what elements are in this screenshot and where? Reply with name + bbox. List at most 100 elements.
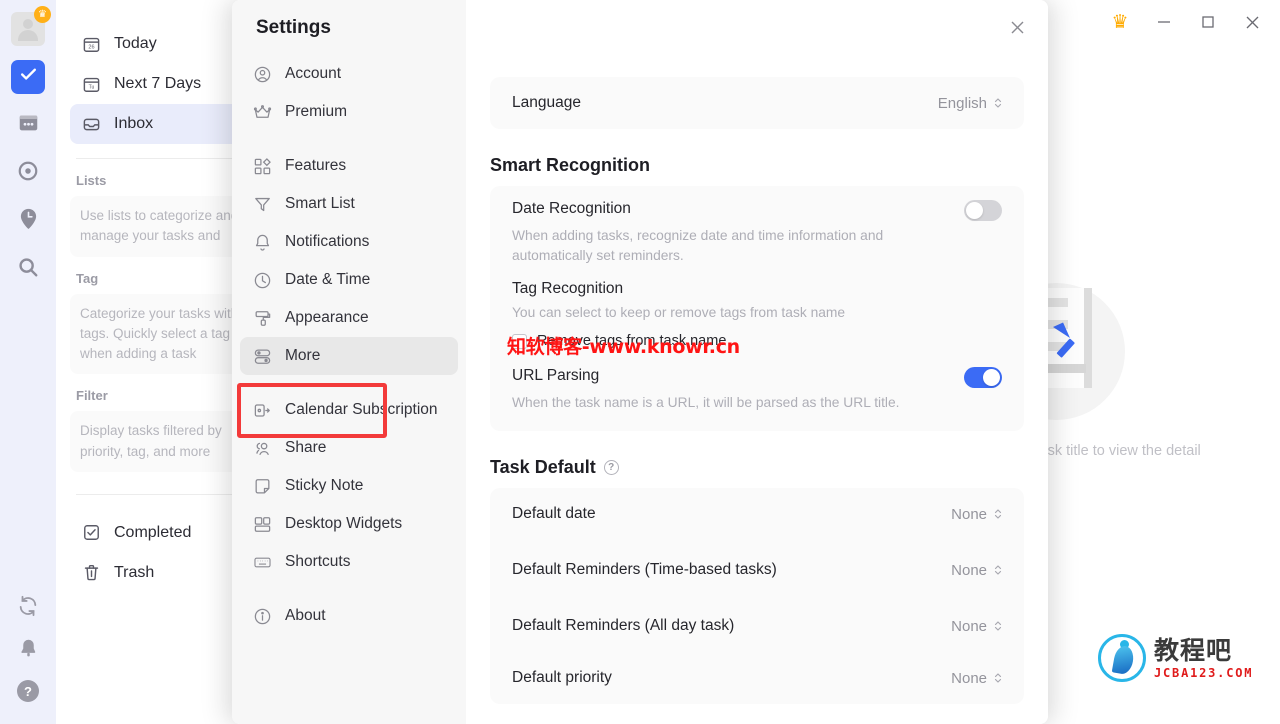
settings-nav-label: Account: [285, 65, 342, 82]
table-row[interactable]: Default Reminders (All day task) None: [490, 600, 1024, 652]
calendar-26-icon: 26: [82, 35, 101, 54]
url-parsing-toggle[interactable]: [964, 367, 1002, 388]
sidebar-label-completed: Completed: [114, 523, 192, 541]
minimize-button[interactable]: [1142, 3, 1186, 41]
settings-dialog: Settings Account Premium Features Smart …: [232, 0, 1048, 724]
table-row[interactable]: Default priority None: [490, 652, 1024, 704]
language-value-text: English: [937, 94, 987, 112]
language-value[interactable]: English: [938, 95, 1002, 112]
settings-nav-label: Sticky Note: [285, 477, 364, 494]
calendar-arrow-icon: [253, 401, 272, 420]
trash-icon: [82, 563, 101, 582]
sync-icon[interactable]: [17, 595, 39, 622]
avatar-person-icon: [17, 18, 39, 41]
language-label: Language: [512, 94, 581, 111]
crown-icon: [253, 103, 272, 122]
sidebar-label-trash: Trash: [114, 563, 155, 581]
remove-tags-checkbox-row[interactable]: Remove tags from task name: [512, 333, 1002, 353]
grid-icon: [253, 157, 272, 176]
info-icon: [253, 607, 272, 626]
settings-nav-calendar-subscription[interactable]: Calendar Subscription: [240, 391, 458, 429]
url-parsing-block: URL Parsing When the task name is a URL,…: [490, 353, 1024, 413]
settings-nav-share[interactable]: Share: [240, 429, 458, 467]
premium-crown-icon[interactable]: ♛: [1098, 3, 1142, 41]
sidebar-label-today: Today: [114, 35, 157, 52]
rail-item-calendar[interactable]: [11, 108, 45, 142]
task-default-heading-text: Task Default: [490, 457, 596, 477]
rail-item-pomodoro[interactable]: [11, 204, 45, 238]
settings-nav-label: Features: [285, 157, 347, 174]
bell-icon[interactable]: [18, 638, 39, 664]
target-icon: [17, 160, 39, 187]
sidebar-label-next7days: Next 7 Days: [114, 75, 202, 92]
help-icon[interactable]: ?: [17, 680, 39, 702]
settings-nav-about[interactable]: About: [240, 597, 458, 635]
default-priority-value-text: None: [951, 669, 987, 687]
settings-nav-date-time[interactable]: Date & Time: [240, 261, 458, 299]
settings-nav-label: Share: [285, 439, 327, 456]
widgets-icon: [253, 515, 272, 534]
default-reminders-time-label: Default Reminders (Time-based tasks): [512, 560, 777, 578]
settings-close-button[interactable]: [1004, 14, 1030, 40]
language-row[interactable]: Language English: [490, 77, 1024, 129]
task-default-card: Default date None Default Reminders (Tim…: [490, 488, 1024, 704]
default-date-value[interactable]: None: [951, 506, 1002, 523]
settings-content: Language English Smart Recognition Date …: [466, 0, 1048, 724]
settings-nav-shortcuts[interactable]: Shortcuts: [240, 543, 458, 581]
question-icon[interactable]: ?: [603, 460, 619, 475]
tag-recognition-desc: You can select to keep or remove tags fr…: [512, 305, 846, 320]
rail-item-focus[interactable]: [11, 156, 45, 190]
rail-item-tasks[interactable]: [11, 60, 45, 94]
smart-recognition-heading-text: Smart Recognition: [490, 155, 651, 175]
checkbox-check-icon: [82, 523, 101, 542]
language-card: Language English: [490, 77, 1024, 129]
settings-nav-sticky-note[interactable]: Sticky Note: [240, 467, 458, 505]
settings-nav-smart-list[interactable]: Smart List: [240, 185, 458, 223]
funnel-icon: [253, 195, 272, 214]
default-reminders-allday-value[interactable]: None: [951, 618, 1002, 635]
table-row[interactable]: Default date None: [490, 488, 1024, 540]
remove-tags-label: Remove tags from task name: [537, 333, 727, 349]
date-recognition-title: Date Recognition: [512, 200, 631, 217]
default-date-value-text: None: [951, 505, 987, 523]
search-icon: [17, 256, 39, 283]
user-circle-icon: [253, 65, 272, 84]
calendar-tu-icon: Tu: [82, 75, 101, 94]
close-button[interactable]: [1230, 3, 1274, 41]
default-date-label: Default date: [512, 505, 596, 522]
stepper-icon: [994, 508, 1002, 520]
settings-nav-account[interactable]: Account: [240, 55, 458, 93]
check-icon: [19, 65, 38, 89]
date-recognition-toggle[interactable]: [964, 200, 1002, 221]
maximize-button[interactable]: [1186, 3, 1230, 41]
settings-nav-label: Calendar Subscription: [285, 401, 438, 418]
svg-text:26: 26: [88, 44, 94, 50]
sidebar-label-inbox: Inbox: [114, 115, 154, 132]
settings-nav-notifications[interactable]: Notifications: [240, 223, 458, 261]
settings-nav-features[interactable]: Features: [240, 147, 458, 185]
sliders-icon: [253, 347, 272, 366]
default-reminders-time-value[interactable]: None: [951, 562, 1002, 579]
inbox-icon: [82, 115, 101, 134]
table-row[interactable]: Default Reminders (Time-based tasks) Non…: [490, 540, 1024, 600]
stepper-icon: [994, 564, 1002, 576]
default-reminders-allday-label: Default Reminders (All day task): [512, 617, 735, 634]
settings-nav-label: About: [285, 607, 326, 624]
settings-nav-label: More: [285, 347, 321, 364]
settings-nav-label: Smart List: [285, 195, 355, 212]
settings-nav-desktop-widgets[interactable]: Desktop Widgets: [240, 505, 458, 543]
window-controls: ♛: [1098, 0, 1280, 44]
avatar[interactable]: ♛: [11, 6, 51, 46]
settings-nav-label: Desktop Widgets: [285, 515, 403, 532]
settings-nav-more[interactable]: More: [240, 337, 458, 375]
settings-nav-appearance[interactable]: Appearance: [240, 299, 458, 337]
tag-recognition-block: Tag Recognition You can select to keep o…: [490, 266, 1024, 353]
remove-tags-checkbox[interactable]: [512, 333, 527, 349]
stepper-icon: [994, 672, 1002, 684]
paint-roller-icon: [253, 309, 272, 328]
default-priority-value[interactable]: None: [951, 670, 1002, 687]
date-recognition-desc: When adding tasks, recognize date and ti…: [512, 228, 884, 263]
settings-nav-premium[interactable]: Premium: [240, 93, 458, 131]
calendar-icon: [18, 112, 39, 138]
rail-item-search[interactable]: [11, 252, 45, 286]
